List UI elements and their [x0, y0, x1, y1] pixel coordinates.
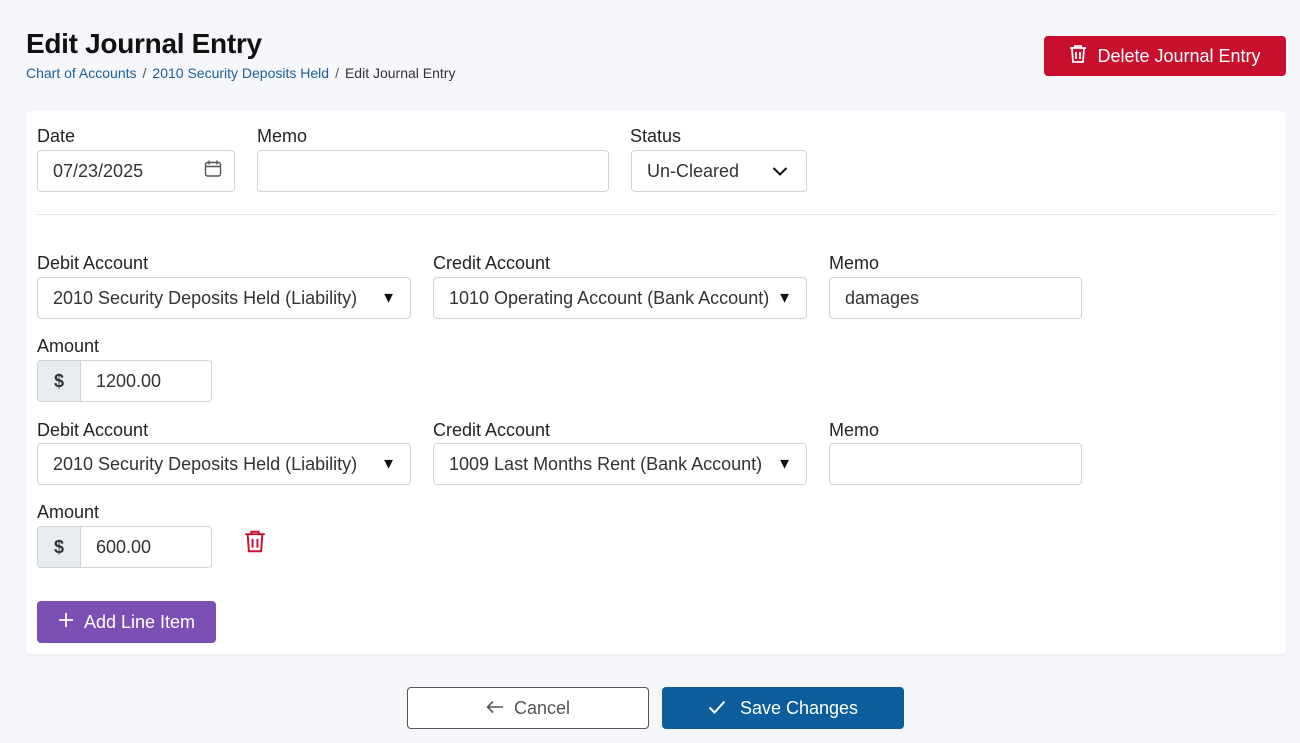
amount-input[interactable]: $ 1200.00 [37, 360, 212, 402]
line-memo-value: damages [845, 287, 920, 308]
add-line-item-button[interactable]: Add Line Item [37, 601, 216, 643]
credit-account-label: Credit Account [433, 253, 551, 273]
amount-label: Amount [37, 336, 100, 356]
debit-account-select[interactable]: 2010 Security Deposits Held (Liability) … [37, 277, 411, 319]
status-select[interactable]: Un-Cleared [631, 150, 807, 192]
calendar-icon[interactable] [204, 160, 222, 183]
save-changes-button[interactable]: Save Changes [662, 687, 904, 729]
trash-icon [1069, 44, 1087, 69]
delete-journal-entry-button[interactable]: Delete Journal Entry [1044, 36, 1286, 76]
debit-account-select[interactable]: 2010 Security Deposits Held (Liability) … [37, 443, 411, 485]
cancel-button[interactable]: Cancel [407, 687, 649, 729]
divider [37, 214, 1275, 215]
cancel-label: Cancel [513, 697, 571, 718]
line-memo-input[interactable] [829, 443, 1082, 485]
debit-account-value: 2010 Security Deposits Held (Liability) [53, 287, 358, 308]
page-title: Edit Journal Entry [26, 28, 262, 59]
add-line-item-label: Add Line Item [83, 611, 196, 632]
chevron-down-icon [772, 161, 788, 182]
line-memo-label: Memo [829, 420, 880, 440]
date-value: 07/23/2025 [53, 160, 144, 181]
amount-label: Amount [37, 502, 100, 522]
breadcrumb-separator: / [142, 65, 147, 81]
status-label: Status [630, 126, 682, 146]
breadcrumb-current: Edit Journal Entry [344, 65, 456, 81]
debit-account-label: Debit Account [37, 253, 149, 273]
journal-entry-card: Date 07/23/2025 Memo Status Un-Cleared D… [26, 111, 1286, 654]
amount-input[interactable]: $ 600.00 [37, 526, 212, 568]
credit-account-value: 1009 Last Months Rent (Bank Account) [449, 453, 763, 474]
amount-value: 600.00 [96, 536, 152, 557]
breadcrumb: Chart of Accounts / 2010 Security Deposi… [26, 65, 455, 81]
breadcrumb-chart-of-accounts[interactable]: Chart of Accounts [26, 65, 137, 81]
breadcrumb-separator: / [335, 65, 339, 81]
caret-down-icon: ▼ [777, 289, 792, 307]
caret-down-icon: ▼ [381, 455, 396, 473]
credit-account-select[interactable]: 1010 Operating Account (Bank Account) ▼ [433, 277, 807, 319]
date-input[interactable]: 07/23/2025 [37, 150, 235, 192]
save-changes-label: Save Changes [739, 697, 859, 718]
amount-value: 1200.00 [96, 370, 162, 391]
breadcrumb-account[interactable]: 2010 Security Deposits Held [152, 65, 329, 81]
memo-label: Memo [257, 126, 308, 146]
credit-account-select[interactable]: 1009 Last Months Rent (Bank Account) ▼ [433, 443, 807, 485]
delete-button-label: Delete Journal Entry [1097, 45, 1261, 66]
credit-account-label: Credit Account [433, 420, 551, 440]
date-label: Date [37, 126, 76, 146]
debit-account-value: 2010 Security Deposits Held (Liability) [53, 453, 358, 474]
dollar-prefix: $ [38, 361, 81, 401]
check-icon [708, 698, 726, 719]
memo-input[interactable] [257, 150, 609, 192]
credit-account-value: 1010 Operating Account (Bank Account) [449, 287, 770, 308]
status-value: Un-Cleared [647, 160, 740, 181]
debit-account-label: Debit Account [37, 420, 149, 440]
arrow-left-icon [486, 698, 504, 719]
caret-down-icon: ▼ [381, 289, 396, 307]
line-memo-input[interactable]: damages [829, 277, 1082, 319]
line-memo-label: Memo [829, 253, 880, 273]
plus-icon [58, 612, 74, 633]
caret-down-icon: ▼ [777, 455, 792, 473]
remove-line-trash-icon[interactable] [244, 529, 266, 559]
dollar-prefix: $ [38, 527, 81, 567]
